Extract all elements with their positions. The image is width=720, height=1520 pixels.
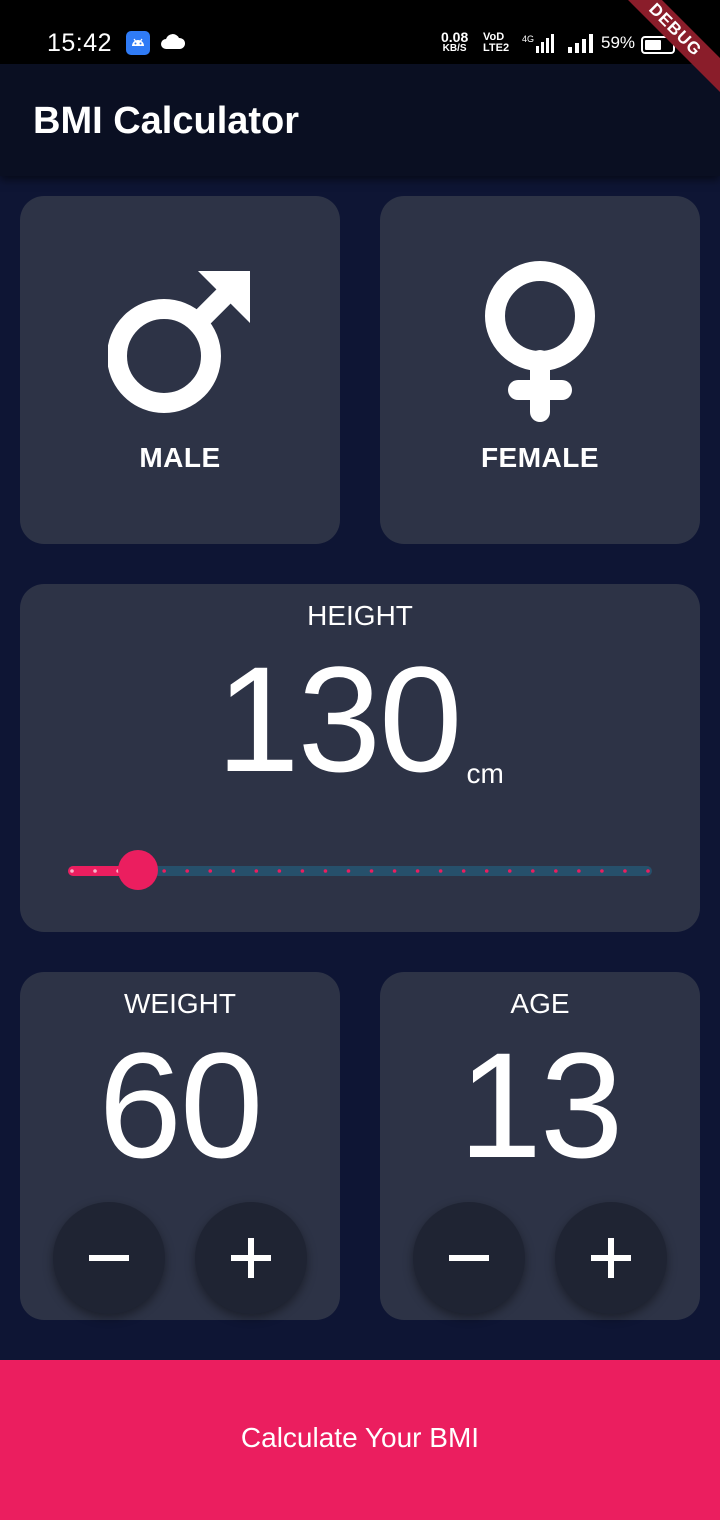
status-time: 15:42 — [47, 29, 113, 57]
minus-icon — [449, 1255, 489, 1261]
slider-tick — [346, 869, 351, 873]
male-card[interactable]: MALE — [20, 196, 340, 544]
slider-tick — [646, 869, 650, 873]
age-label: AGE — [510, 988, 570, 1019]
slider-tick — [277, 869, 282, 873]
slider-tick — [507, 869, 512, 873]
signal-4g-icon: 4G — [522, 32, 556, 59]
svg-text:4G: 4G — [522, 34, 534, 44]
slider-tick — [623, 869, 627, 873]
calculate-bmi-button[interactable]: Calculate Your BMI — [0, 1360, 720, 1520]
age-value: 13 — [458, 1021, 624, 1189]
slider-tick — [461, 869, 466, 873]
calculate-bmi-label: Calculate Your BMI — [240, 1422, 480, 1453]
male-label: MALE — [139, 442, 221, 473]
age-card: AGE 13 — [380, 972, 700, 1320]
height-card: HEIGHT 130 cm — [20, 584, 700, 932]
weight-value: 60 — [98, 1021, 264, 1189]
slider-tick — [577, 869, 581, 873]
slider-tick — [554, 869, 558, 873]
slider-tick — [484, 869, 489, 873]
slider-tick — [369, 869, 374, 873]
slider-tick — [93, 869, 97, 873]
weight-decrement-button[interactable] — [53, 1202, 165, 1314]
plus-icon — [591, 1238, 631, 1278]
weight-label: WEIGHT — [124, 988, 236, 1019]
male-symbol-icon — [107, 268, 254, 419]
age-increment-button[interactable] — [555, 1202, 667, 1314]
network-speed: 0.08 KB/S — [441, 29, 469, 54]
android-notification-icon — [126, 31, 150, 55]
minus-icon — [89, 1255, 129, 1261]
slider-tick — [231, 869, 236, 873]
age-decrement-button[interactable] — [413, 1202, 525, 1314]
female-card[interactable]: FEMALE — [380, 196, 700, 544]
slider-tick — [600, 869, 604, 873]
battery-percent: 59% — [601, 33, 636, 52]
slider-tick — [438, 869, 443, 873]
slider-tick — [162, 869, 166, 873]
signal-icon — [567, 32, 597, 59]
slider-tick — [323, 869, 328, 873]
slider-tick — [392, 869, 397, 873]
volte-indicator: VoD LTE2 — [483, 31, 510, 54]
female-symbol-icon — [484, 260, 596, 427]
cloud-icon — [160, 33, 186, 56]
female-label: FEMALE — [480, 442, 600, 473]
weight-increment-button[interactable] — [195, 1202, 307, 1314]
slider-tick — [208, 869, 213, 873]
app-bar: BMI Calculator — [0, 64, 720, 176]
plus-icon — [231, 1238, 271, 1278]
status-bar: 15:42 0.08 KB/S VoD LTE2 4G 59% DEBUG — [0, 0, 720, 99]
page-title: BMI Calculator — [33, 100, 300, 142]
weight-card: WEIGHT 60 — [20, 972, 340, 1320]
height-slider-thumb[interactable] — [118, 850, 159, 890]
slider-tick — [415, 869, 420, 873]
slider-tick — [300, 869, 305, 873]
slider-tick — [254, 869, 259, 873]
slider-tick — [531, 869, 535, 873]
slider-tick — [70, 869, 74, 873]
slider-tick — [185, 869, 189, 873]
